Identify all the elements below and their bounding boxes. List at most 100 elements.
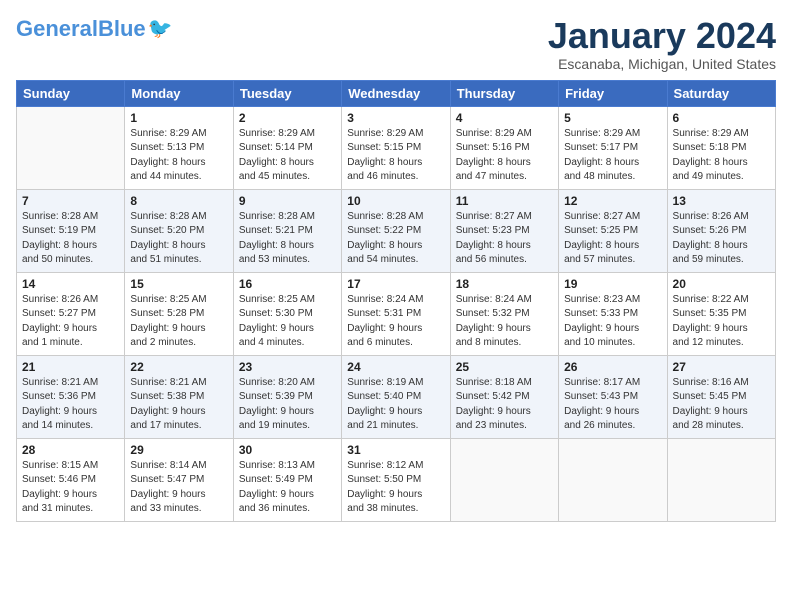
table-row: 24 Sunrise: 8:19 AM Sunset: 5:40 PM Dayli… — [342, 355, 450, 438]
calendar-body: 1 Sunrise: 8:29 AM Sunset: 5:13 PM Daylig… — [17, 106, 776, 521]
table-row: 18 Sunrise: 8:24 AM Sunset: 5:32 PM Dayli… — [450, 272, 558, 355]
col-sunday: Sunday — [17, 80, 125, 106]
day-number: 4 — [456, 111, 553, 125]
logo-text: GeneralBlue — [16, 18, 146, 40]
title-block: January 2024 Escanaba, Michigan, United … — [548, 16, 776, 72]
day-info: Sunrise: 8:29 AM Sunset: 5:18 PM Dayligh… — [673, 127, 770, 185]
day-number: 31 — [347, 443, 444, 457]
day-info: Sunrise: 8:29 AM Sunset: 5:13 PM Dayligh… — [130, 127, 227, 185]
day-info: Sunrise: 8:24 AM Sunset: 5:32 PM Dayligh… — [456, 293, 553, 351]
logo: GeneralBlue 🐦 — [16, 16, 173, 41]
day-info: Sunrise: 8:26 AM Sunset: 5:26 PM Dayligh… — [673, 210, 770, 268]
table-row: 29 Sunrise: 8:14 AM Sunset: 5:47 PM Dayli… — [125, 438, 233, 521]
table-row: 16 Sunrise: 8:25 AM Sunset: 5:30 PM Dayli… — [233, 272, 341, 355]
table-row: 30 Sunrise: 8:13 AM Sunset: 5:49 PM Dayli… — [233, 438, 341, 521]
day-number: 6 — [673, 111, 770, 125]
col-wednesday: Wednesday — [342, 80, 450, 106]
table-row: 21 Sunrise: 8:21 AM Sunset: 5:36 PM Dayli… — [17, 355, 125, 438]
day-info: Sunrise: 8:13 AM Sunset: 5:49 PM Dayligh… — [239, 459, 336, 517]
day-number: 16 — [239, 277, 336, 291]
calendar-header: Sunday Monday Tuesday Wednesday Thursday… — [17, 80, 776, 106]
day-info: Sunrise: 8:25 AM Sunset: 5:30 PM Dayligh… — [239, 293, 336, 351]
location: Escanaba, Michigan, United States — [548, 56, 776, 72]
day-number: 8 — [130, 194, 227, 208]
day-number: 15 — [130, 277, 227, 291]
day-info: Sunrise: 8:17 AM Sunset: 5:43 PM Dayligh… — [564, 376, 661, 434]
day-number: 29 — [130, 443, 227, 457]
day-info: Sunrise: 8:18 AM Sunset: 5:42 PM Dayligh… — [456, 376, 553, 434]
table-row: 2Sunrise: 8:29 AM Sunset: 5:14 PM Daylig… — [233, 106, 341, 189]
day-number: 27 — [673, 360, 770, 374]
day-number: 9 — [239, 194, 336, 208]
table-row: 9Sunrise: 8:28 AM Sunset: 5:21 PM Daylig… — [233, 189, 341, 272]
table-row: 19 Sunrise: 8:23 AM Sunset: 5:33 PM Dayli… — [559, 272, 667, 355]
day-info: Sunrise: 8:22 AM Sunset: 5:35 PM Dayligh… — [673, 293, 770, 351]
day-number: 12 — [564, 194, 661, 208]
day-info: Sunrise: 8:19 AM Sunset: 5:40 PM Dayligh… — [347, 376, 444, 434]
table-row — [667, 438, 775, 521]
day-info: Sunrise: 8:28 AM Sunset: 5:20 PM Dayligh… — [130, 210, 227, 268]
day-info: Sunrise: 8:16 AM Sunset: 5:45 PM Dayligh… — [673, 376, 770, 434]
day-info: Sunrise: 8:28 AM Sunset: 5:19 PM Dayligh… — [22, 210, 119, 268]
bird-icon: 🐦 — [148, 16, 173, 41]
day-number: 1 — [130, 111, 227, 125]
header: GeneralBlue 🐦 January 2024 Escanaba, Mic… — [16, 16, 776, 72]
day-number: 3 — [347, 111, 444, 125]
day-info: Sunrise: 8:21 AM Sunset: 5:38 PM Dayligh… — [130, 376, 227, 434]
day-info: Sunrise: 8:27 AM Sunset: 5:23 PM Dayligh… — [456, 210, 553, 268]
day-info: Sunrise: 8:28 AM Sunset: 5:22 PM Dayligh… — [347, 210, 444, 268]
day-number: 11 — [456, 194, 553, 208]
day-number: 10 — [347, 194, 444, 208]
day-info: Sunrise: 8:12 AM Sunset: 5:50 PM Dayligh… — [347, 459, 444, 517]
day-number: 13 — [673, 194, 770, 208]
table-row: 3 Sunrise: 8:29 AM Sunset: 5:15 PM Daylig… — [342, 106, 450, 189]
table-row: 4 Sunrise: 8:29 AM Sunset: 5:16 PM Daylig… — [450, 106, 558, 189]
day-info: Sunrise: 8:29 AM Sunset: 5:15 PM Dayligh… — [347, 127, 444, 185]
day-number: 17 — [347, 277, 444, 291]
day-number: 18 — [456, 277, 553, 291]
table-row: 27 Sunrise: 8:16 AM Sunset: 5:45 PM Dayli… — [667, 355, 775, 438]
day-number: 26 — [564, 360, 661, 374]
day-info: Sunrise: 8:23 AM Sunset: 5:33 PM Dayligh… — [564, 293, 661, 351]
day-info: Sunrise: 8:21 AM Sunset: 5:36 PM Dayligh… — [22, 376, 119, 434]
day-number: 7 — [22, 194, 119, 208]
day-number: 19 — [564, 277, 661, 291]
day-number: 30 — [239, 443, 336, 457]
table-row: 15Sunrise: 8:25 AM Sunset: 5:28 PM Dayli… — [125, 272, 233, 355]
col-thursday: Thursday — [450, 80, 558, 106]
table-row: 23Sunrise: 8:20 AM Sunset: 5:39 PM Dayli… — [233, 355, 341, 438]
day-info: Sunrise: 8:20 AM Sunset: 5:39 PM Dayligh… — [239, 376, 336, 434]
table-row: 22 Sunrise: 8:21 AM Sunset: 5:38 PM Dayli… — [125, 355, 233, 438]
day-number: 22 — [130, 360, 227, 374]
day-number: 14 — [22, 277, 119, 291]
table-row: 13 Sunrise: 8:26 AM Sunset: 5:26 PM Dayli… — [667, 189, 775, 272]
day-info: Sunrise: 8:26 AM Sunset: 5:27 PM Dayligh… — [22, 293, 119, 351]
table-row — [559, 438, 667, 521]
col-friday: Friday — [559, 80, 667, 106]
table-row: 28 Sunrise: 8:15 AM Sunset: 5:46 PM Dayli… — [17, 438, 125, 521]
col-saturday: Saturday — [667, 80, 775, 106]
table-row: 25 Sunrise: 8:18 AM Sunset: 5:42 PM Dayli… — [450, 355, 558, 438]
day-info: Sunrise: 8:29 AM Sunset: 5:16 PM Dayligh… — [456, 127, 553, 185]
calendar-table: Sunday Monday Tuesday Wednesday Thursday… — [16, 80, 776, 522]
day-info: Sunrise: 8:14 AM Sunset: 5:47 PM Dayligh… — [130, 459, 227, 517]
day-info: Sunrise: 8:15 AM Sunset: 5:46 PM Dayligh… — [22, 459, 119, 517]
table-row: 7 Sunrise: 8:28 AM Sunset: 5:19 PM Daylig… — [17, 189, 125, 272]
table-row: 20Sunrise: 8:22 AM Sunset: 5:35 PM Dayli… — [667, 272, 775, 355]
day-info: Sunrise: 8:24 AM Sunset: 5:31 PM Dayligh… — [347, 293, 444, 351]
col-monday: Monday — [125, 80, 233, 106]
table-row: 8 Sunrise: 8:28 AM Sunset: 5:20 PM Daylig… — [125, 189, 233, 272]
day-info: Sunrise: 8:27 AM Sunset: 5:25 PM Dayligh… — [564, 210, 661, 268]
table-row — [17, 106, 125, 189]
table-row: 31 Sunrise: 8:12 AM Sunset: 5:50 PM Dayli… — [342, 438, 450, 521]
day-number: 5 — [564, 111, 661, 125]
table-row: 14 Sunrise: 8:26 AM Sunset: 5:27 PM Dayli… — [17, 272, 125, 355]
day-number: 21 — [22, 360, 119, 374]
day-number: 2 — [239, 111, 336, 125]
day-number: 24 — [347, 360, 444, 374]
day-number: 25 — [456, 360, 553, 374]
day-number: 28 — [22, 443, 119, 457]
table-row: 17 Sunrise: 8:24 AM Sunset: 5:31 PM Dayli… — [342, 272, 450, 355]
table-row: 11 Sunrise: 8:27 AM Sunset: 5:23 PM Dayli… — [450, 189, 558, 272]
table-row — [450, 438, 558, 521]
